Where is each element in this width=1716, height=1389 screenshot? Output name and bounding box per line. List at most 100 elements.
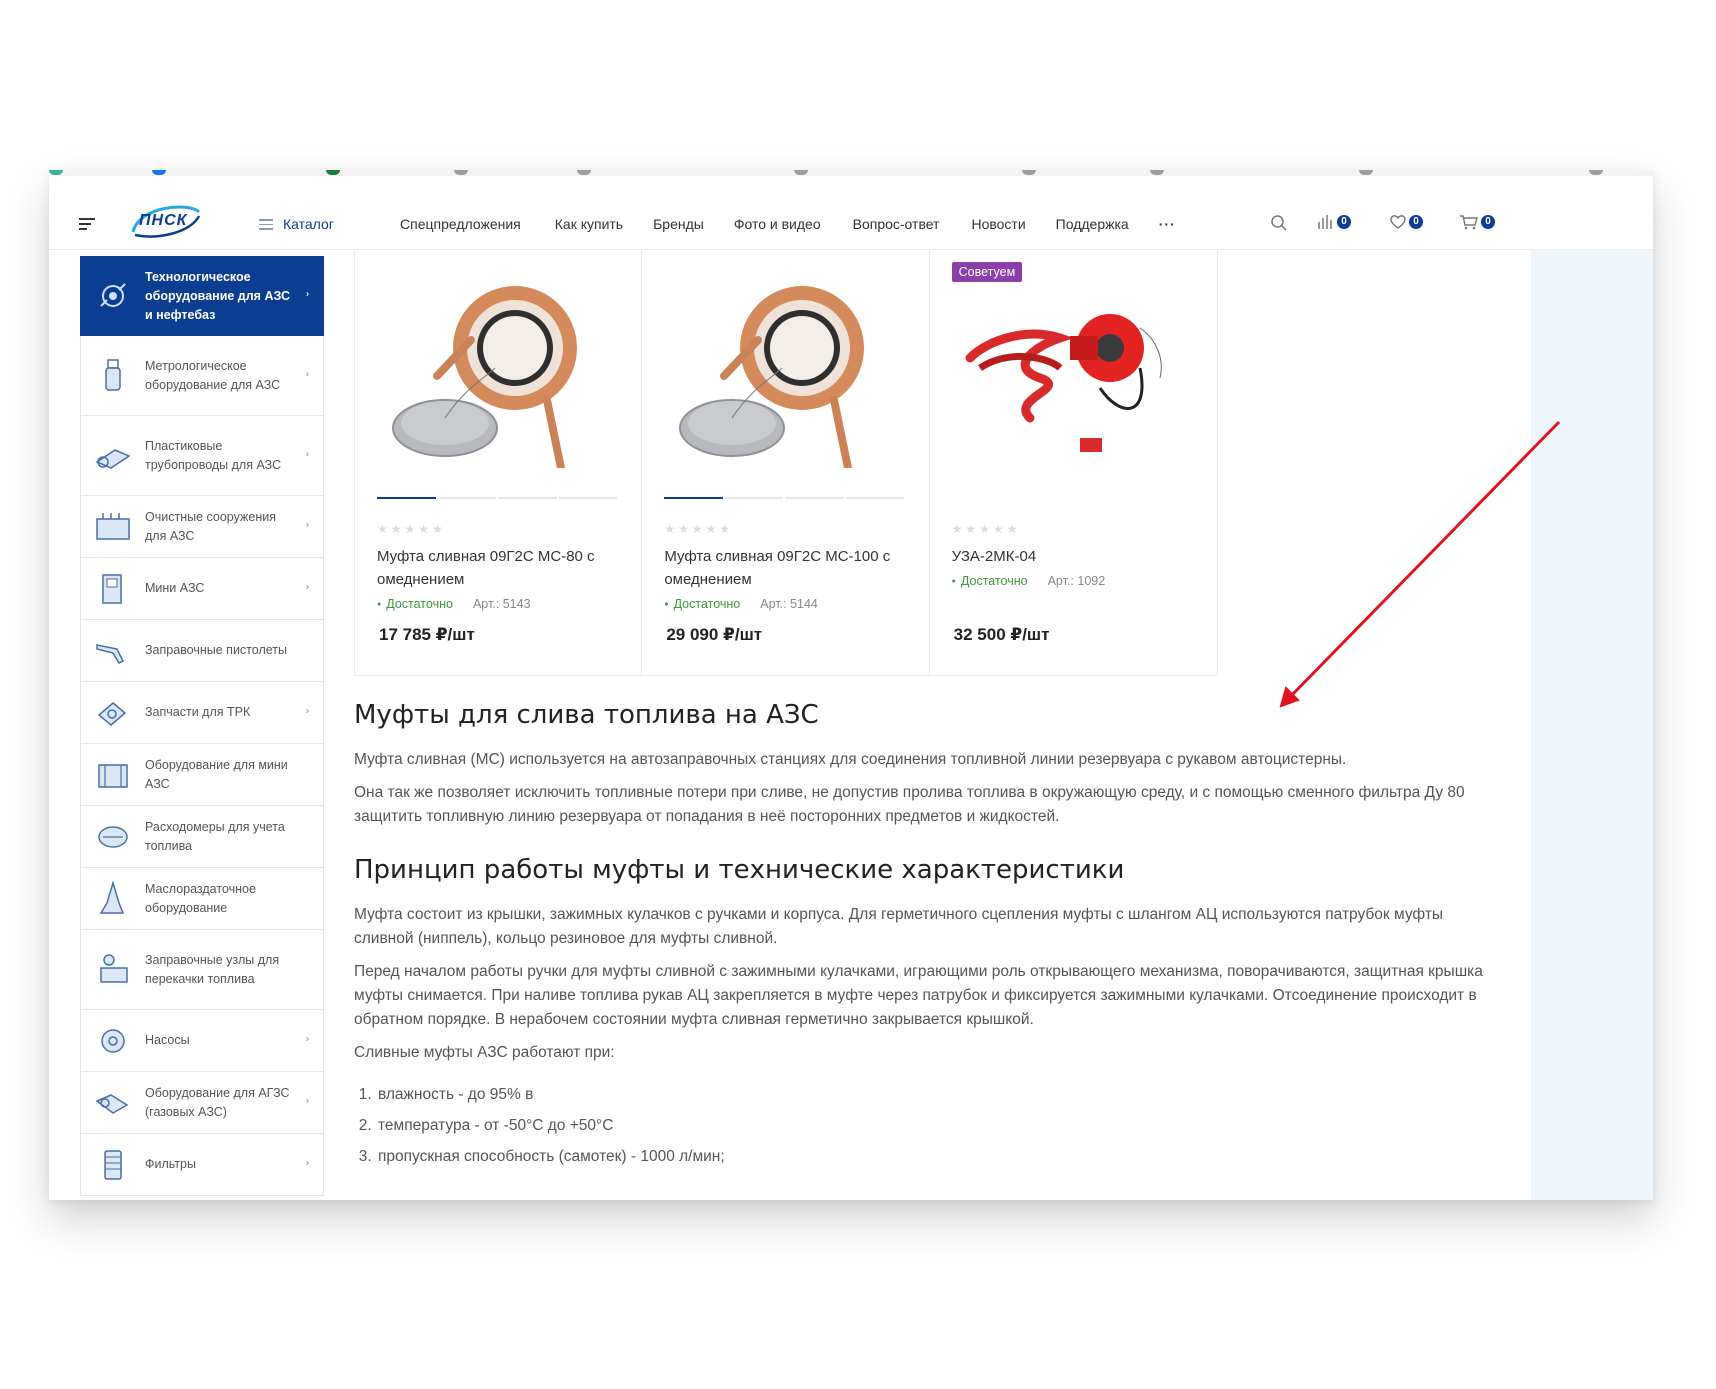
rating-stars: ★★★★★	[951, 522, 1021, 536]
catalog-sidebar: Технологическое оборудование для АЗС и н…	[80, 256, 324, 1196]
article-paragraph: Перед началом работы ручки для муфты сли…	[354, 963, 1483, 1028]
product-card[interactable]: ★★★★★ Муфта сливная 09Г2С МС-100 с омедн…	[642, 250, 930, 675]
sidebar-item-label: Оборудование для АГЗС (газовых АЗС)	[145, 1085, 290, 1119]
sidebar-item-label: Насосы	[145, 1033, 190, 1047]
nav-more[interactable]: ···	[1159, 216, 1176, 232]
menu-icon[interactable]	[79, 218, 95, 230]
chevron-right-icon: ›	[306, 368, 309, 379]
sidebar-item-metrology[interactable]: Метрологическое оборудование для АЗС ›	[80, 336, 324, 416]
nozzle-icon	[96, 643, 125, 664]
flowmeter-icon	[98, 825, 128, 848]
article-heading: Муфты для слива топлива на АЗС	[354, 700, 819, 730]
product-price: 17 785 ₽/шт	[379, 625, 475, 644]
product-card[interactable]: Советуем ★★★★★ УЗА-2МК-04 Достаточно Арт…	[930, 250, 1217, 675]
sidebar-item-gas-equipment[interactable]: Оборудование для АГЗС (газовых АЗС) ›	[80, 1072, 324, 1134]
product-card[interactable]: ★★★★★ Муфта сливная 09Г2С МС-80 с омедне…	[355, 250, 643, 675]
chevron-right-icon: ›	[306, 288, 309, 299]
sidebar-item-label: Метрологическое оборудование для АЗС	[145, 358, 281, 392]
article-paragraph: Муфта сливная (МС) используется на автоз…	[354, 751, 1347, 768]
filter-icon	[104, 1149, 122, 1180]
sidebar-item-label: Мини АЗС	[145, 581, 205, 595]
product-price: 29 090 ₽/шт	[666, 625, 763, 644]
sidebar-item-tech-equipment[interactable]: Технологическое оборудование для АЗС и н…	[80, 256, 324, 336]
chevron-right-icon: ›	[306, 448, 309, 459]
article-content: Муфты для слива топлива на АЗС Муфта сли…	[354, 700, 1484, 1176]
sidebar-item-label: Расходомеры для учета топлива	[145, 819, 285, 853]
image-slider-dots[interactable]	[664, 497, 905, 499]
chevron-right-icon: ›	[306, 581, 309, 592]
sidebar-item-mini-equipment[interactable]: Оборудование для мини АЗС	[80, 744, 324, 806]
chevron-right-icon: ›	[306, 1033, 309, 1044]
sidebar-item-label: Оборудование для мини АЗС	[145, 757, 288, 791]
sidebar-item-label: Технологическое оборудование для АЗС и н…	[145, 269, 291, 322]
sidebar-item-label: Заправочные пистолеты	[145, 643, 287, 657]
sidebar-item-label: Пластиковые трубопроводы для АЗС	[145, 438, 282, 472]
product-price: 32 500 ₽/шт	[953, 625, 1050, 644]
cart-button[interactable]: 0	[1459, 214, 1495, 230]
main-nav: Спецпредложения Как купить Бренды Фото и…	[400, 216, 1176, 232]
search-icon	[1271, 215, 1287, 231]
compare-button[interactable]: 0	[1317, 214, 1351, 230]
article-paragraph: Она так же позволяет исключить топливные…	[354, 784, 1465, 825]
nav-faq[interactable]: Вопрос-ответ	[853, 216, 940, 232]
logo-text: ПНСК	[139, 212, 188, 229]
nav-special-offers[interactable]: Спецпредложения	[400, 216, 521, 232]
oil-dispenser-icon	[99, 879, 125, 914]
browser-window: ПНСК Каталог Спецпредложения Как купить …	[49, 170, 1653, 1200]
product-meta: Достаточно Арт.: 5144	[664, 597, 818, 611]
list-icon	[259, 219, 273, 230]
favorites-count-badge: 0	[1409, 215, 1423, 229]
conditions-list: влажность - до 95% в температура - от -5…	[354, 1083, 1484, 1169]
gear-equipment-icon	[100, 283, 126, 307]
sidebar-item-label: Заправочные узлы для перекачки топлива	[145, 952, 280, 986]
sidebar-item-flowmeters[interactable]: Расходомеры для учета топлива	[80, 806, 324, 868]
site-logo[interactable]: ПНСК	[129, 202, 203, 240]
meter-icon	[105, 358, 121, 391]
mini-equipment-icon	[98, 763, 128, 788]
sidebar-item-plastic-pipes[interactable]: Пластиковые трубопроводы для АЗС ›	[80, 416, 324, 496]
chevron-right-icon: ›	[306, 519, 309, 530]
product-name[interactable]: Муфта сливная 09Г2С МС-100 с омеднением	[664, 545, 904, 591]
sidebar-item-mini-station[interactable]: Мини АЗС ›	[80, 558, 324, 620]
cart-icon	[1460, 215, 1478, 230]
product-name[interactable]: УЗА-2МК-04	[952, 545, 1192, 568]
nav-how-to-buy[interactable]: Как купить	[555, 216, 623, 232]
chevron-right-icon: ›	[306, 1095, 309, 1106]
article-subheading: Принцип работы муфты и технические харак…	[354, 855, 1125, 885]
image-slider-dots[interactable]	[377, 497, 617, 499]
sidebar-item-label: Очистные сооружения для АЗС	[145, 509, 276, 543]
cart-count-badge: 0	[1481, 215, 1495, 229]
nav-photo-video[interactable]: Фото и видео	[734, 216, 821, 232]
search-button[interactable]	[1270, 214, 1288, 232]
favorites-button[interactable]: 0	[1389, 214, 1423, 230]
nav-support[interactable]: Поддержка	[1056, 216, 1129, 232]
sidebar-item-label: Запчасти для ТРК	[145, 705, 251, 719]
treatment-icon	[96, 512, 130, 540]
article-paragraph: Муфта состоит из крышки, зажимных кулачк…	[354, 906, 1444, 947]
list-item: пропускная способность (самотек) - 1000 …	[376, 1145, 1484, 1169]
nav-news[interactable]: Новости	[971, 216, 1025, 232]
sidebar-item-filters[interactable]: Фильтры ›	[80, 1134, 324, 1196]
sidebar-item-pump-units[interactable]: Заправочные узлы для перекачки топлива	[80, 930, 324, 1010]
stock-status: Достаточно	[664, 597, 741, 611]
catalog-link[interactable]: Каталог	[259, 216, 334, 232]
article-number: Арт.: 5144	[760, 597, 818, 611]
rating-stars: ★★★★★	[377, 522, 446, 536]
sidebar-item-treatment[interactable]: Очистные сооружения для АЗС ›	[80, 496, 324, 558]
site-header: ПНСК Каталог Спецпредложения Как купить …	[49, 176, 1653, 250]
catalog-label: Каталог	[283, 216, 334, 232]
sidebar-item-parts[interactable]: Запчасти для ТРК ›	[80, 682, 324, 744]
nav-brands[interactable]: Бренды	[653, 216, 704, 232]
gas-equipment-icon	[95, 1093, 129, 1114]
right-background-panel	[1531, 250, 1653, 1200]
pipe-icon	[95, 448, 131, 469]
heart-icon	[1390, 215, 1406, 229]
product-image	[392, 286, 577, 468]
product-name[interactable]: Муфта сливная 09Г2С МС-80 с омеднением	[377, 545, 617, 591]
sidebar-item-pumps[interactable]: Насосы ›	[80, 1010, 324, 1072]
sidebar-item-label: Фильтры	[145, 1157, 196, 1171]
article-number: Арт.: 5143	[472, 597, 531, 611]
compare-count-badge: 0	[1337, 215, 1351, 229]
sidebar-item-nozzles[interactable]: Заправочные пистолеты	[80, 620, 324, 682]
sidebar-item-oil-dispensers[interactable]: Маслораздаточное оборудование	[80, 868, 324, 930]
